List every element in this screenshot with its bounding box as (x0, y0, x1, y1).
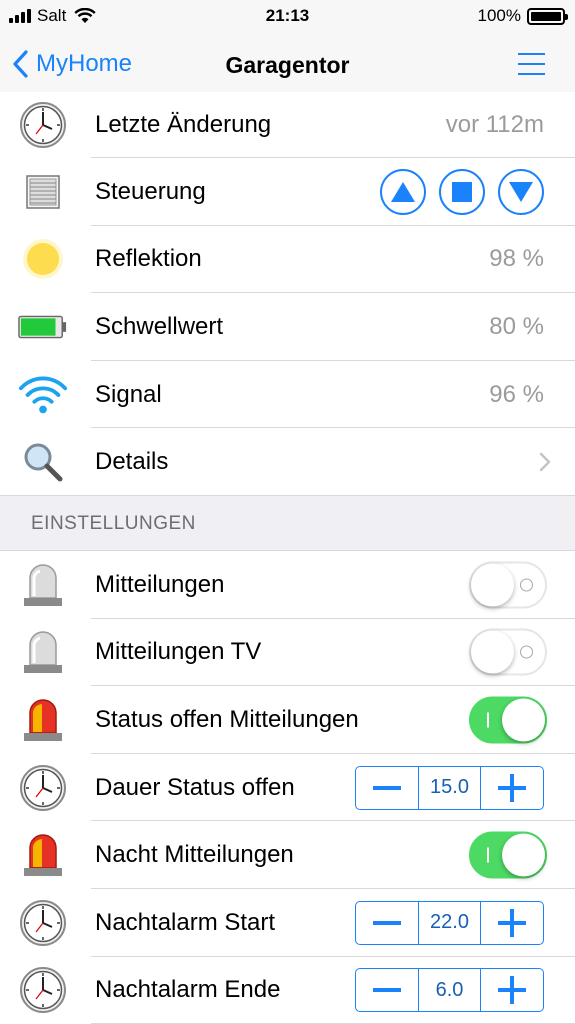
increment-button[interactable] (481, 902, 543, 944)
list-item-notifications-tv: Mitteilungen TV (0, 618, 575, 687)
navigation-bar: MyHome Garagentor (0, 33, 575, 99)
decrement-button[interactable] (356, 767, 418, 809)
row-label: Reflektion (95, 245, 202, 273)
increment-button[interactable] (481, 767, 543, 809)
battery-percent: 100% (477, 6, 521, 25)
row-label: Letzte Änderung (95, 111, 272, 138)
wifi-icon (18, 370, 68, 420)
row-label: Dauer Status offen (95, 773, 295, 801)
battery-icon (18, 302, 68, 352)
list-item-status-open-duration: Dauer Status offen 15.0 (0, 753, 575, 822)
minus-icon (373, 785, 401, 790)
status-bar: Salt 21:13 100% (0, 0, 575, 33)
list-item-last-change: Letzte Änderung vor 112m (0, 92, 575, 158)
stepper-value: 6.0 (418, 969, 481, 1012)
notifications-toggle[interactable] (469, 561, 547, 609)
status-right: 100% (477, 6, 568, 26)
decrement-button[interactable] (356, 969, 418, 1011)
hamburger-menu-icon[interactable] (518, 53, 545, 75)
section-header-settings: EINSTELLUNGEN (0, 495, 575, 551)
row-value: 98 % (489, 245, 544, 273)
row-label: Mitteilungen (95, 570, 225, 598)
row-label: Status offen Mitteilungen (95, 705, 359, 733)
siren-red-icon (18, 695, 68, 745)
up-triangle-icon (391, 181, 415, 202)
list-item-status-open-notifications: Status offen Mitteilungen (0, 686, 575, 754)
clock-icon (18, 965, 68, 1015)
clock-icon (18, 100, 68, 150)
section-title: EINSTELLUNGEN (31, 512, 196, 534)
row-label: Nacht Mitteilungen (95, 841, 294, 869)
list-item-night-notifications: Nacht Mitteilungen (0, 821, 575, 889)
decrement-button[interactable] (356, 902, 418, 944)
row-value: 80 % (489, 312, 544, 340)
row-label: Signal (95, 380, 162, 408)
increment-button[interactable] (481, 969, 543, 1011)
plus-icon (498, 908, 526, 937)
night-alarm-end-stepper: 6.0 (355, 968, 544, 1013)
row-label: Details (95, 448, 169, 476)
magnifier-icon (18, 437, 68, 487)
list-item-details[interactable]: Details (0, 428, 575, 496)
list-item-threshold: Schwellwert 80 % (0, 293, 575, 361)
row-value: vor 112m (445, 111, 544, 138)
siren-red-icon (18, 830, 68, 880)
device-list: Letzte Änderung vor 112m Steuerung Refle… (0, 92, 575, 1024)
page-title: Garagentor (225, 52, 350, 78)
down-button[interactable] (498, 168, 544, 215)
down-triangle-icon (509, 181, 533, 202)
row-label: Nachtalarm Ende (95, 976, 281, 1004)
sun-icon (18, 234, 68, 284)
night-notifications-toggle[interactable] (469, 831, 547, 879)
siren-gray-icon (18, 560, 68, 610)
status-open-notifications-toggle[interactable] (469, 696, 547, 744)
stepper-value: 22.0 (418, 901, 481, 944)
siren-gray-icon (18, 627, 68, 677)
row-label: Schwellwert (95, 312, 224, 340)
stop-square-icon (452, 181, 472, 202)
shutter-icon (18, 167, 68, 217)
list-item-notifications: Mitteilungen (0, 550, 575, 619)
minus-icon (373, 988, 401, 993)
stepper-value: 15.0 (418, 766, 481, 809)
clock-icon (18, 763, 68, 813)
list-item-reflection: Reflektion 98 % (0, 225, 575, 294)
list-item-signal: Signal 96 % (0, 360, 575, 429)
minus-icon (373, 920, 401, 925)
night-alarm-start-stepper: 22.0 (355, 900, 544, 945)
battery-status-icon (527, 7, 568, 25)
control-buttons (380, 168, 544, 215)
row-label: Steuerung (95, 177, 206, 205)
up-button[interactable] (380, 168, 426, 215)
status-open-duration-stepper: 15.0 (355, 765, 544, 810)
row-label: Mitteilungen TV (95, 638, 262, 666)
list-item-control: Steuerung (0, 158, 575, 226)
plus-icon (498, 773, 526, 802)
clock-icon (18, 898, 68, 948)
stop-button[interactable] (439, 168, 485, 215)
row-value: 96 % (489, 380, 544, 408)
list-item-night-alarm-start: Nachtalarm Start 22.0 (0, 888, 575, 957)
list-item-night-alarm-end: Nachtalarm Ende 6.0 (0, 956, 575, 1024)
notifications-tv-toggle[interactable] (469, 628, 547, 676)
plus-icon (498, 976, 526, 1005)
row-label: Nachtalarm Start (95, 908, 276, 936)
chevron-right-icon (539, 452, 551, 472)
